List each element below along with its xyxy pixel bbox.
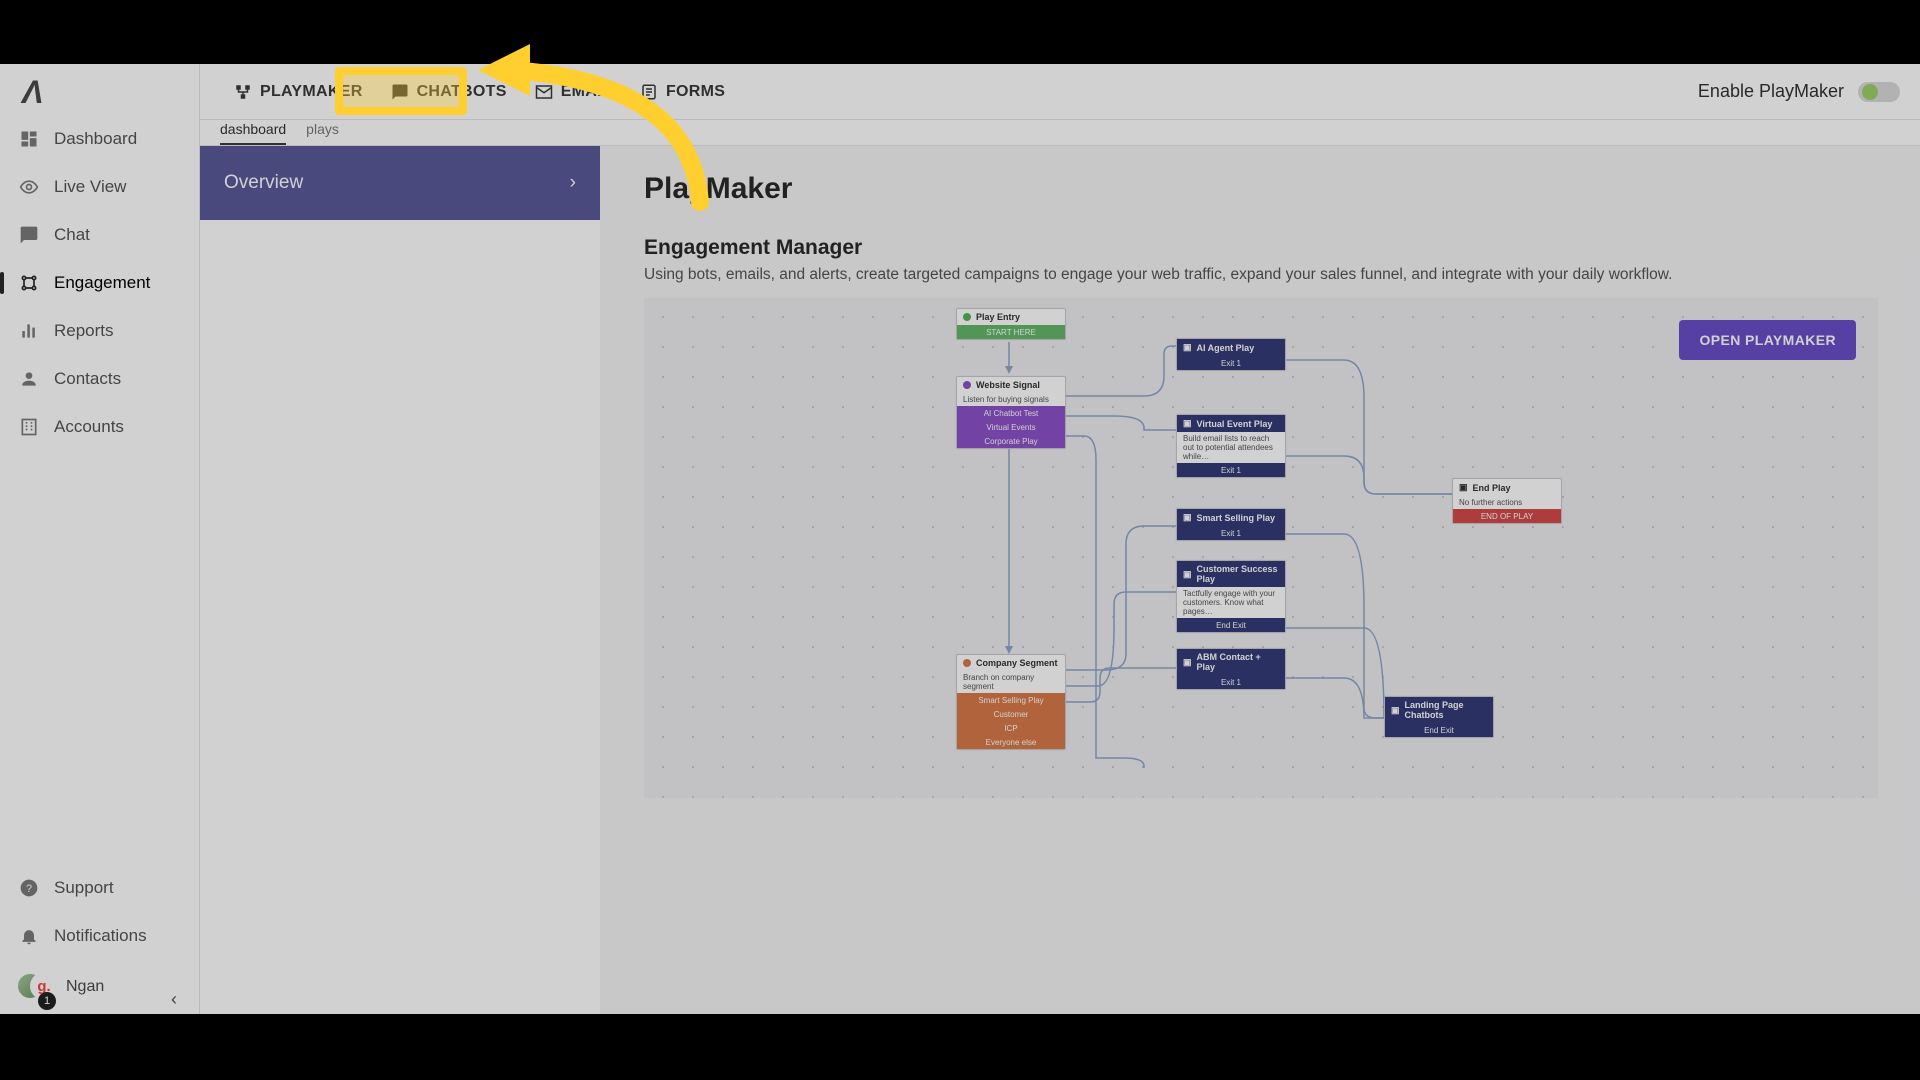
top-tabs: PLAYMAKER CHATBOTS EMAIL FORMS [220, 73, 739, 111]
user-name: Ngan [66, 978, 104, 996]
dot-icon [963, 381, 971, 389]
sidebar-item-notifications[interactable]: Notifications [0, 912, 199, 960]
toggle-knob [1862, 84, 1878, 100]
flow-links [644, 298, 1878, 798]
sidebar-item-contacts[interactable]: Contacts [0, 355, 199, 403]
sidebar-spacer [0, 451, 199, 864]
chat-icon [18, 224, 40, 246]
sidebar-item-dashboard[interactable]: Dashboard [0, 115, 199, 163]
content: PlayMaker Engagement Manager Using bots,… [600, 146, 1920, 1014]
flow-icon: ▣ [1183, 569, 1192, 580]
tab-label: EMAIL [561, 83, 612, 101]
avatar-stack: g. 1 [16, 970, 56, 1004]
flow-icon [234, 83, 252, 101]
node-ai-agent[interactable]: ▣AI Agent Play Exit 1 [1176, 338, 1286, 371]
engagement-icon [18, 272, 40, 294]
dashboard-icon [18, 128, 40, 150]
eye-icon [18, 176, 40, 198]
sidebar-label: Dashboard [54, 129, 137, 149]
node-play-entry[interactable]: Play Entry START HERE [956, 308, 1066, 340]
help-icon: ? [18, 877, 40, 899]
content-row: Overview › PlayMaker Engagement Manager … [200, 146, 1920, 1014]
section-description: Using bots, emails, and alerts, create t… [644, 266, 1878, 284]
chevron-left-icon[interactable]: ‹ [171, 989, 177, 1010]
node-smart-selling[interactable]: ▣Smart Selling Play Exit 1 [1176, 508, 1286, 541]
tab-playmaker[interactable]: PLAYMAKER [220, 73, 377, 111]
page-title: PlayMaker [644, 172, 1878, 206]
sidebar-item-support[interactable]: ? Support [0, 864, 199, 912]
sidebar-label: Chat [54, 225, 90, 245]
dot-icon [963, 313, 971, 321]
dot-icon [963, 659, 971, 667]
subtab-dashboard[interactable]: dashboard [220, 121, 286, 145]
app-shell: Λ Dashboard Live View Chat Engagement Re… [0, 64, 1920, 1014]
letterbox-bottom [0, 1014, 1920, 1080]
tab-forms[interactable]: FORMS [626, 73, 739, 111]
logo: Λ [0, 74, 199, 115]
enable-label: Enable PlayMaker [1698, 81, 1844, 102]
bar-chart-icon [18, 320, 40, 342]
subtabs: dashboard plays [200, 120, 1920, 146]
sidebar-label: Reports [54, 321, 114, 341]
flow-icon: ▣ [1391, 705, 1400, 716]
node-abm[interactable]: ▣ABM Contact + Play Exit 1 [1176, 648, 1286, 690]
stop-icon: ▣ [1459, 482, 1468, 493]
flow-icon: ▣ [1183, 512, 1192, 523]
sidebar-item-accounts[interactable]: Accounts [0, 403, 199, 451]
notification-badge: 1 [38, 992, 56, 1010]
user-row[interactable]: g. 1 Ngan [0, 960, 199, 1004]
sidebar-item-engagement[interactable]: Engagement [0, 259, 199, 307]
open-playmaker-button[interactable]: OPEN PLAYMAKER [1679, 320, 1856, 360]
tab-chatbots[interactable]: CHATBOTS [377, 73, 521, 111]
svg-text:?: ? [26, 883, 32, 895]
flow-icon: ▣ [1183, 657, 1192, 668]
sidebar-item-reports[interactable]: Reports [0, 307, 199, 355]
sidebar-label: Accounts [54, 417, 124, 437]
enable-toggle[interactable] [1858, 82, 1900, 102]
flow-canvas: OPEN PLAYMAKER [644, 298, 1878, 798]
section-title: Engagement Manager [644, 236, 1878, 260]
sidebar: Λ Dashboard Live View Chat Engagement Re… [0, 64, 200, 1014]
sidebar-label: Engagement [54, 273, 150, 293]
sidebar-label: Support [54, 878, 114, 898]
topbar: PLAYMAKER CHATBOTS EMAIL FORMS Enable Pl… [200, 64, 1920, 120]
sidebar-item-chat[interactable]: Chat [0, 211, 199, 259]
flow-icon: ▣ [1183, 418, 1192, 429]
tab-label: PLAYMAKER [260, 83, 363, 101]
overview-panel: Overview › [200, 146, 600, 1014]
form-icon [640, 83, 658, 101]
chevron-right-icon: › [570, 172, 576, 194]
node-landing-chatbots[interactable]: ▣Landing Page Chatbots End Exit [1384, 696, 1494, 738]
sidebar-label: Live View [54, 177, 126, 197]
subtab-plays[interactable]: plays [306, 121, 339, 145]
overview-card[interactable]: Overview › [200, 146, 600, 220]
bell-icon [18, 925, 40, 947]
letterbox-top [0, 0, 1920, 64]
flow-icon: ▣ [1183, 342, 1192, 353]
node-company-segment[interactable]: Company Segment Branch on company segmen… [956, 654, 1066, 750]
enable-playmaker: Enable PlayMaker [1698, 81, 1900, 102]
main: PLAYMAKER CHATBOTS EMAIL FORMS Enable Pl… [200, 64, 1920, 1014]
node-virtual-event[interactable]: ▣Virtual Event Play Build email lists to… [1176, 414, 1286, 478]
tab-label: CHATBOTS [417, 83, 507, 101]
overview-label: Overview [224, 172, 303, 194]
sidebar-label: Notifications [54, 926, 147, 946]
sidebar-item-liveview[interactable]: Live View [0, 163, 199, 211]
node-customer-success[interactable]: ▣Customer Success Play Tactfully engage … [1176, 560, 1286, 633]
chat-icon [391, 83, 409, 101]
node-end-play[interactable]: ▣End Play No further actions END OF PLAY [1452, 478, 1562, 524]
person-icon [18, 368, 40, 390]
tab-label: FORMS [666, 83, 725, 101]
node-website-signal[interactable]: Website Signal Listen for buying signals… [956, 376, 1066, 449]
mail-icon [535, 83, 553, 101]
building-icon [18, 416, 40, 438]
tab-email[interactable]: EMAIL [521, 73, 626, 111]
sidebar-label: Contacts [54, 369, 121, 389]
